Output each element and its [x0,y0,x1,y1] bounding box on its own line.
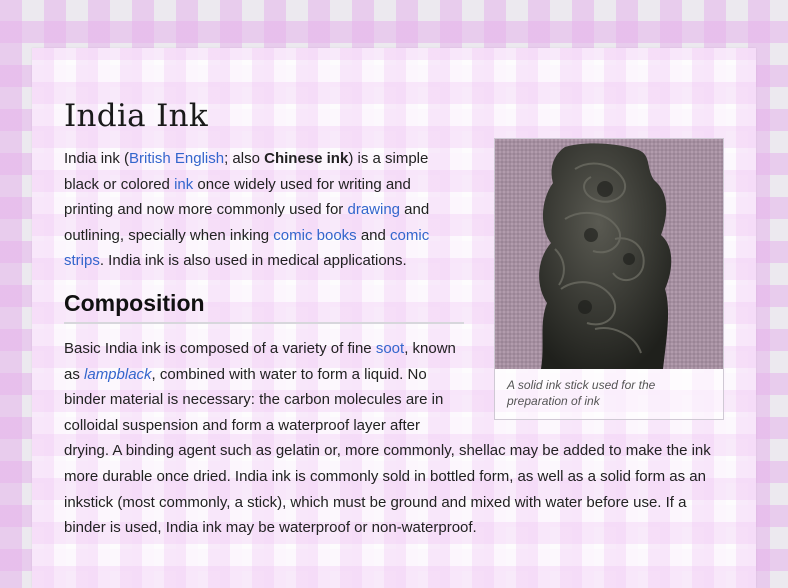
link-ink[interactable]: ink [174,176,193,193]
lead-paragraph: India ink (British English; also Chinese… [64,146,459,274]
ink-stick-image[interactable] [495,139,723,369]
lead-text: India ink ( [64,150,130,167]
article-card: India Ink A solid ink stick used for the… [32,48,756,588]
lead-text: . India ink is also used in medical appl… [99,252,407,270]
link-soot[interactable]: soot [376,340,404,357]
lead-text: ; also [224,150,265,167]
figure-caption: A solid ink stick used for the preparati… [507,378,656,408]
page-title: India Ink [64,98,209,134]
link-lampblack[interactable]: lampblack [84,366,152,383]
infobox-figure: A solid ink stick used for the preparati… [494,138,724,420]
article-content: India Ink A solid ink stick used for the… [64,96,724,541]
link-comic-books[interactable]: comic books [273,227,356,244]
top-bar [0,0,788,48]
link-british-english[interactable]: British English [129,150,224,167]
bold-chinese-ink: Chinese ink [264,150,349,167]
composition-text: Basic India ink is composed of a variety… [64,339,376,357]
section-heading-composition: Composition [64,288,464,324]
link-drawing[interactable]: drawing [347,201,400,218]
lead-text: and [356,226,391,244]
